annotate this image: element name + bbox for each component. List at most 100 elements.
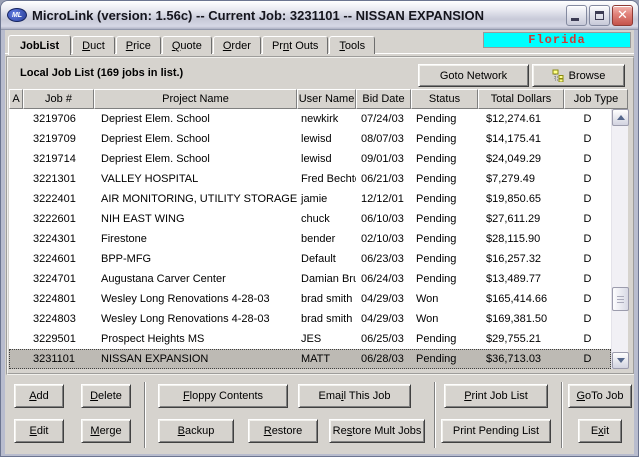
column-header-status[interactable]: Status (411, 89, 478, 109)
tab-quote[interactable]: Quote (162, 36, 212, 54)
cell-job-number: 3219709 (23, 129, 94, 149)
cell-total-dollars: $24,049.29 (478, 149, 564, 169)
table-row[interactable]: 3224301 Firestone bender 02/10/03 Pendin… (9, 229, 611, 249)
floppy-contents-button[interactable]: Floppy Contents (158, 384, 288, 408)
cell-status: Pending (411, 109, 478, 129)
table-row[interactable]: 3229501 Prospect Heights MS JES 06/25/03… (9, 329, 611, 349)
tab-order[interactable]: Order (213, 36, 261, 54)
table-row[interactable]: 3221301 VALLEY HOSPITAL Fred Bechto 06/2… (9, 169, 611, 189)
tab-duct[interactable]: Duct (72, 36, 115, 54)
cell-job-type: D (564, 229, 611, 249)
cell-project-name: Depriest Elem. School (94, 149, 297, 169)
cell-user-name: JES (297, 329, 356, 349)
cell-job-type: D (564, 249, 611, 269)
maximize-button[interactable] (589, 5, 610, 26)
cell-project-name: Depriest Elem. School (94, 129, 297, 149)
table-row[interactable]: 3219709 Depriest Elem. School lewisd 08/… (9, 129, 611, 149)
window-title: MicroLink (version: 1.56c) -- Current Jo… (32, 8, 566, 23)
cell-job-number: 3222401 (23, 189, 94, 209)
cell-a (9, 129, 23, 149)
table-row[interactable]: 3224803 Wesley Long Renovations 4-28-03 … (9, 309, 611, 329)
restore-mult-jobs-button[interactable]: Restore Mult Jobs (329, 419, 425, 443)
cell-a (9, 249, 23, 269)
close-button[interactable]: ✕ (612, 5, 633, 26)
delete-button[interactable]: Delete (81, 384, 131, 408)
cell-job-number: 3224701 (23, 269, 94, 289)
cell-a (9, 189, 23, 209)
table-row[interactable]: 3224601 BPP-MFG Default 06/23/03 Pending… (9, 249, 611, 269)
email-this-job-button[interactable]: Email This Job (298, 384, 411, 408)
tab-joblist[interactable]: JobList (8, 35, 71, 55)
scroll-down-button[interactable] (612, 352, 629, 369)
list-title: Local Job List (169 jobs in list.) (20, 67, 183, 79)
cell-total-dollars: $12,274.61 (478, 109, 564, 129)
cell-bid-date: 04/29/03 (356, 289, 411, 309)
edit-button[interactable]: Edit (14, 419, 64, 443)
cell-user-name: chuck (297, 209, 356, 229)
goto-job-button[interactable]: GoTo Job (568, 384, 632, 408)
goto-network-button[interactable]: Goto Network (418, 64, 529, 87)
cell-status: Pending (411, 269, 478, 289)
tab-tools[interactable]: Tools (329, 36, 375, 54)
add-button[interactable]: Add (14, 384, 64, 408)
cell-a (9, 329, 23, 349)
column-header-total-dollars[interactable]: Total Dollars (478, 89, 564, 109)
print-pending-list-button[interactable]: Print Pending List (441, 419, 551, 443)
column-header-job-number[interactable]: Job # (23, 89, 94, 109)
cell-a (9, 289, 23, 309)
cell-project-name: Firestone (94, 229, 297, 249)
cell-a (9, 229, 23, 249)
merge-button[interactable]: Merge (81, 419, 131, 443)
table-row[interactable]: 3224801 Wesley Long Renovations 4-28-03 … (9, 289, 611, 309)
table-row[interactable]: 3224701 Augustana Carver Center Damian B… (9, 269, 611, 289)
cell-status: Pending (411, 229, 478, 249)
cell-a (9, 269, 23, 289)
cell-bid-date: 06/24/03 (356, 269, 411, 289)
cell-job-number: 3221301 (23, 169, 94, 189)
scrollbar-thumb[interactable] (612, 287, 629, 311)
client-area: JobListDuctPriceQuoteOrderPrnt OutsTools… (5, 30, 634, 454)
cell-job-number: 3224803 (23, 309, 94, 329)
cell-total-dollars: $169,381.50 (478, 309, 564, 329)
cell-project-name: Augustana Carver Center (94, 269, 297, 289)
table-row[interactable]: 3219714 Depriest Elem. School lewisd 09/… (9, 149, 611, 169)
cell-a (9, 109, 23, 129)
cell-total-dollars: $16,257.32 (478, 249, 564, 269)
cell-total-dollars: $36,713.03 (478, 349, 564, 369)
vertical-scrollbar[interactable] (611, 109, 628, 369)
cell-total-dollars: $7,279.49 (478, 169, 564, 189)
cell-user-name: brad smith (297, 309, 356, 329)
title-bar[interactable]: ML MicroLink (version: 1.56c) -- Current… (1, 1, 638, 30)
tab-prnt-outs[interactable]: Prnt Outs (262, 36, 328, 54)
backup-button[interactable]: Backup (158, 419, 234, 443)
cell-user-name: brad smith (297, 289, 356, 309)
cell-job-type: D (564, 349, 611, 369)
restore-button[interactable]: Restore (248, 419, 318, 443)
cell-bid-date: 09/01/03 (356, 149, 411, 169)
table-row[interactable]: 3222401 AIR MONITORING, UTILITY STORAGE … (9, 189, 611, 209)
minimize-icon (571, 18, 579, 21)
region-label: Florida (483, 32, 631, 48)
cell-job-number: 3222601 (23, 209, 94, 229)
tab-price[interactable]: Price (116, 36, 161, 54)
column-header-bid-date[interactable]: Bid Date (356, 89, 411, 109)
browse-button[interactable]: Browse (532, 64, 625, 87)
print-job-list-button[interactable]: Print Job List (444, 384, 548, 408)
table-row[interactable]: 3231101 NISSAN EXPANSION MATT 06/28/03 P… (9, 349, 611, 369)
cell-job-number: 3219714 (23, 149, 94, 169)
cell-bid-date: 06/25/03 (356, 329, 411, 349)
column-header-project-name[interactable]: Project Name (94, 89, 297, 109)
cell-job-number: 3231101 (23, 349, 94, 369)
cell-project-name: NISSAN EXPANSION (94, 349, 297, 369)
column-header-user-name[interactable]: User Name (297, 89, 356, 109)
exit-button[interactable]: Exit (578, 419, 622, 443)
column-header-job-type[interactable]: Job Type (564, 89, 628, 109)
column-header-a[interactable]: A (9, 89, 23, 109)
minimize-button[interactable] (566, 5, 587, 26)
cell-status: Pending (411, 249, 478, 269)
cell-total-dollars: $14,175.41 (478, 129, 564, 149)
table-row[interactable]: 3222601 NIH EAST WING chuck 06/10/03 Pen… (9, 209, 611, 229)
table-row[interactable]: 3219706 Depriest Elem. School newkirk 07… (9, 109, 611, 129)
window-controls: ✕ (566, 5, 633, 26)
scroll-up-button[interactable] (612, 109, 629, 126)
